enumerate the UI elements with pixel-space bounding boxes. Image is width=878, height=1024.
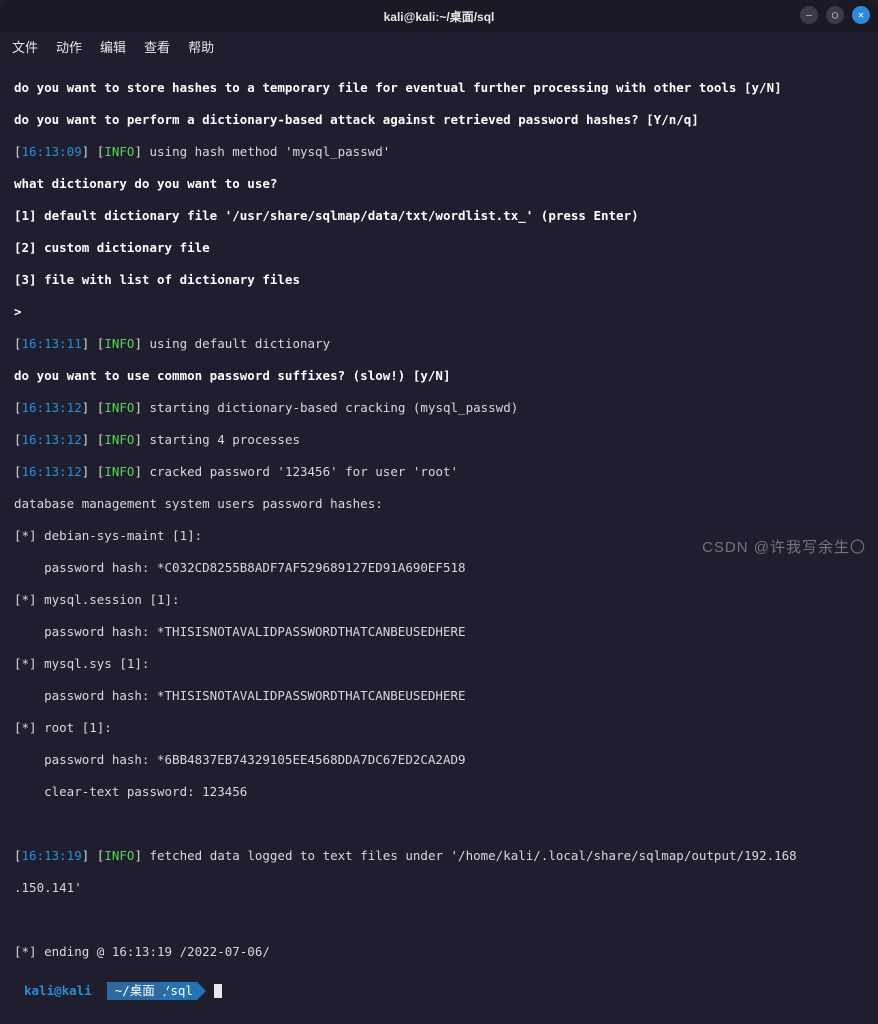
output-line: > <box>14 304 864 320</box>
output-line: what dictionary do you want to use? <box>14 176 864 192</box>
output-line: [*] mysql.session [1]: <box>14 592 864 608</box>
output-line: [16:13:12] [INFO] cracked password '1234… <box>14 464 864 480</box>
loglevel: INFO <box>104 432 134 447</box>
output-line: .150.141' <box>14 880 864 896</box>
output-line: [16:13:11] [INFO] using default dictiona… <box>14 336 864 352</box>
cursor-icon <box>214 984 222 998</box>
loglevel: INFO <box>104 144 134 159</box>
output-line: password hash: *C032CD8255B8ADF7AF529689… <box>14 560 864 576</box>
output-line: [2] custom dictionary file <box>14 240 864 256</box>
maximize-button[interactable]: ◯ <box>826 6 844 24</box>
menu-action[interactable]: 动作 <box>56 37 82 56</box>
output-line: [16:13:09] [INFO] using hash method 'mys… <box>14 144 864 160</box>
prompt-path: ~/桌面 <box>107 982 159 1000</box>
log-msg: fetched data logged to text files under … <box>142 848 797 863</box>
menu-help[interactable]: 帮助 <box>188 37 214 56</box>
loglevel: INFO <box>104 464 134 479</box>
close-button[interactable]: ✕ <box>852 6 870 24</box>
prompt-arrow-icon <box>98 982 107 1000</box>
output-line: do you want to perform a dictionary-base… <box>14 112 864 128</box>
log-msg: using default dictionary <box>142 336 330 351</box>
loglevel: INFO <box>104 336 134 351</box>
output-line: password hash: *6BB4837EB74329105EE4568D… <box>14 752 864 768</box>
timestamp: 16:13:09 <box>22 144 82 159</box>
loglevel: INFO <box>104 848 134 863</box>
output-line <box>14 816 864 832</box>
loglevel: INFO <box>104 400 134 415</box>
menubar: 文件 动作 编辑 查看 帮助 <box>0 32 878 60</box>
prompt-arrow-icon <box>197 982 206 1000</box>
window-title: kali@kali:~/桌面/sql <box>384 8 495 25</box>
timestamp: 16:13:12 <box>22 432 82 447</box>
output-line: [16:13:12] [INFO] starting 4 processes <box>14 432 864 448</box>
timestamp: 16:13:12 <box>22 464 82 479</box>
prompt[interactable]: kali@kali ~/桌面/sql <box>14 982 864 1000</box>
timestamp: 16:13:19 <box>22 848 82 863</box>
output-line: do you want to store hashes to a tempora… <box>14 80 864 96</box>
output-line: [*] mysql.sys [1]: <box>14 656 864 672</box>
titlebar: kali@kali:~/桌面/sql — ◯ ✕ <box>0 0 878 32</box>
menu-file[interactable]: 文件 <box>12 37 38 56</box>
log-msg: cracked password '123456' for user 'root… <box>142 464 458 479</box>
menu-view[interactable]: 查看 <box>144 37 170 56</box>
minimize-button[interactable]: — <box>800 6 818 24</box>
window-controls: — ◯ ✕ <box>800 6 870 24</box>
prompt-arrow-icon <box>159 982 168 1000</box>
output-line: [16:13:19] [INFO] fetched data logged to… <box>14 848 864 864</box>
menu-edit[interactable]: 编辑 <box>100 37 126 56</box>
output-line: [*] root [1]: <box>14 720 864 736</box>
log-msg: using hash method 'mysql_passwd' <box>142 144 390 159</box>
output-line: [1] default dictionary file '/usr/share/… <box>14 208 864 224</box>
timestamp: 16:13:11 <box>22 336 82 351</box>
output-line <box>14 912 864 928</box>
watermark: CSDN @许我写余生〇 <box>702 536 866 557</box>
timestamp: 16:13:12 <box>22 400 82 415</box>
output-line: database management system users passwor… <box>14 496 864 512</box>
output-line: do you want to use common password suffi… <box>14 368 864 384</box>
log-msg: starting 4 processes <box>142 432 300 447</box>
output-line: [16:13:12] [INFO] starting dictionary-ba… <box>14 400 864 416</box>
output-line: [*] ending @ 16:13:19 /2022-07-06/ <box>14 944 864 960</box>
output-line: clear-text password: 123456 <box>14 784 864 800</box>
output-line: password hash: *THISISNOTAVALIDPASSWORDT… <box>14 688 864 704</box>
prompt-user: kali@kali <box>14 983 98 999</box>
output-line: password hash: *THISISNOTAVALIDPASSWORDT… <box>14 624 864 640</box>
log-msg: starting dictionary-based cracking (mysq… <box>142 400 518 415</box>
output-line: [3] file with list of dictionary files <box>14 272 864 288</box>
